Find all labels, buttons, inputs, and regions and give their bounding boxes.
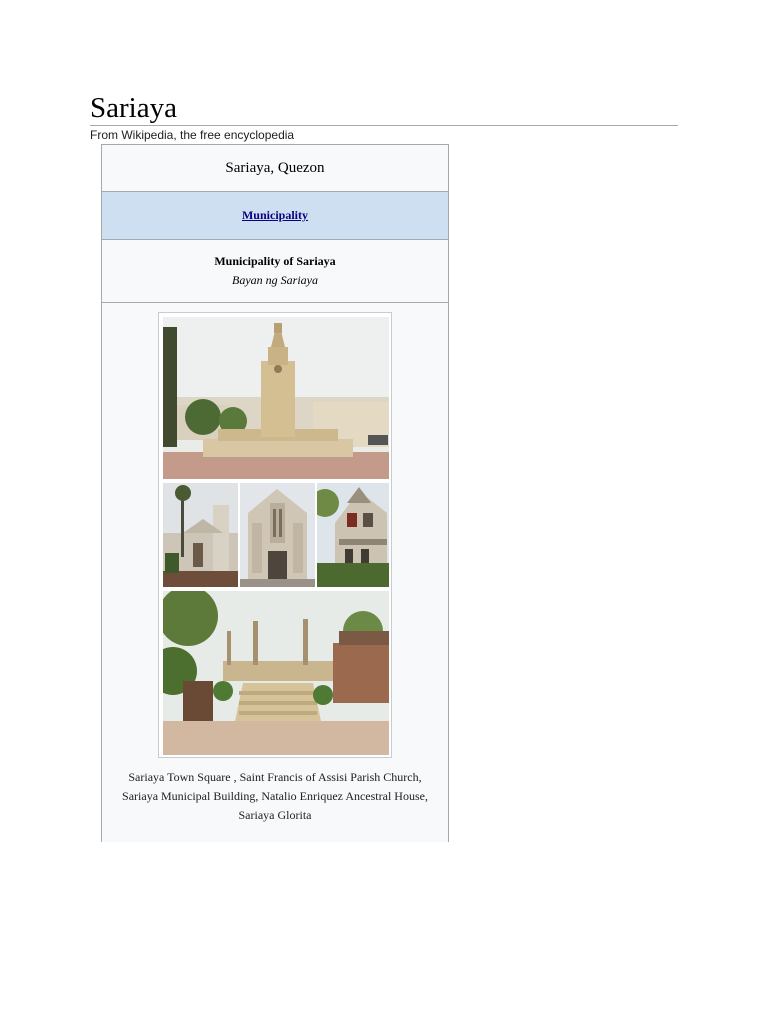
caption-line: Sariaya Town Square , Saint Francis of A… (128, 770, 422, 784)
photo-montage[interactable] (158, 312, 392, 758)
infobox: Sariaya, Quezon Municipality Municipalit… (101, 144, 449, 842)
settlement-type-row: Municipality (102, 192, 448, 240)
glorita-photo[interactable] (163, 591, 389, 755)
municipality-link[interactable]: Municipality (242, 208, 308, 223)
title-divider (90, 125, 678, 126)
infobox-title: Sariaya, Quezon (102, 145, 448, 192)
native-name: Bayan ng Sariaya (232, 273, 318, 287)
town-square-photo[interactable] (163, 317, 389, 479)
official-name-row: Municipality of Sariaya Bayan ng Sariaya (102, 240, 448, 303)
site-tagline: From Wikipedia, the free encyclopedia (90, 128, 295, 142)
official-name: Municipality of Sariaya (214, 254, 336, 268)
caption-line: Sariaya Municipal Building, Natalio Enri… (122, 789, 428, 803)
page-title: Sariaya (90, 92, 177, 124)
municipal-building-photo[interactable] (240, 483, 315, 587)
ancestral-house-photo[interactable] (317, 483, 389, 587)
montage-caption: Sariaya Town Square , Saint Francis of A… (112, 768, 438, 825)
caption-line: Sariaya Glorita (238, 808, 312, 822)
parish-church-photo[interactable] (163, 483, 238, 587)
